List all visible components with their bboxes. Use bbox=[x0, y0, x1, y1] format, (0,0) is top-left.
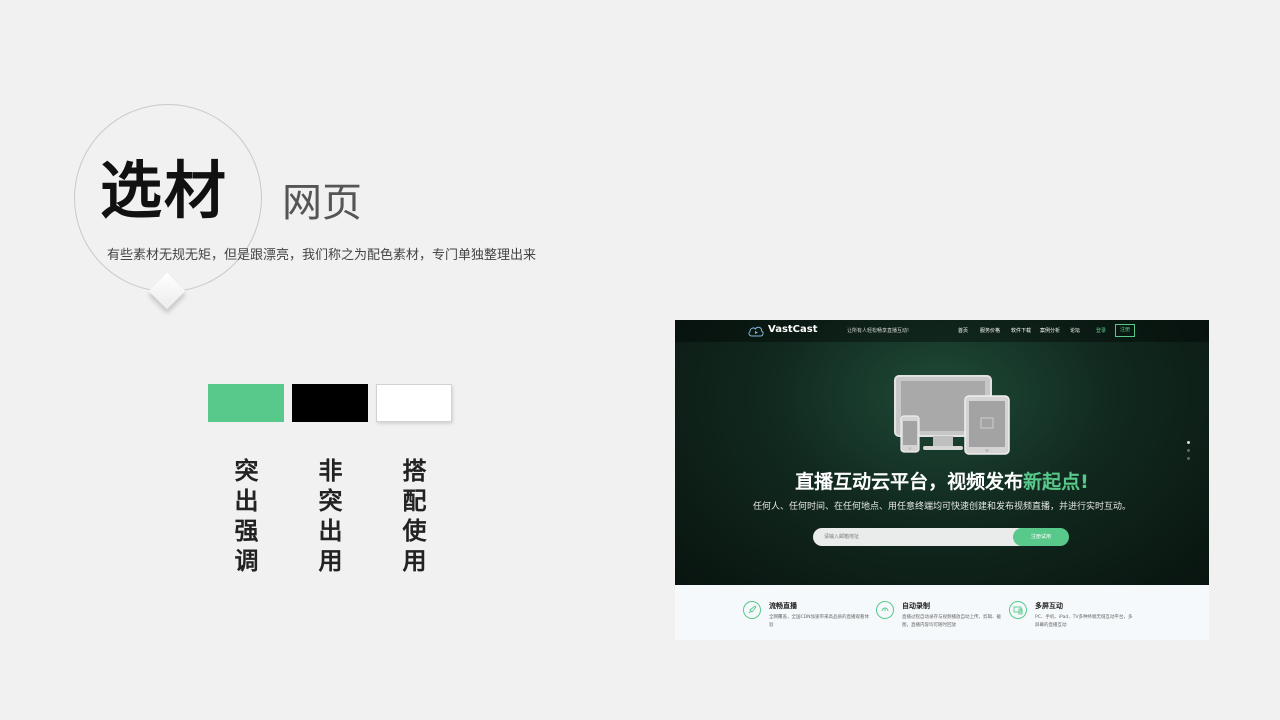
register-button[interactable]: 注册 bbox=[1115, 324, 1136, 337]
nav-item-forum[interactable]: 论坛 bbox=[1070, 327, 1080, 334]
feature-item: 多屏互动 PC、手机、iPad、TV多种终端无缝互动平台，多屏幕的直播互动 bbox=[1009, 585, 1159, 640]
site-slogan: 让所有人轻松畅享直播互动! bbox=[847, 328, 910, 334]
webpage-screenshot: VastCast 让所有人轻松畅享直播互动! 首页 服务价格 软件下载 案例分析… bbox=[675, 320, 1209, 640]
carousel-dots bbox=[1187, 441, 1191, 465]
section-description: 有些素材无规无矩，但是跟漂亮，我们称之为配色素材，专门单独整理出来 bbox=[107, 248, 537, 263]
features-strip: 流畅直播 全网覆盖，全国CDN加速带来高品质的直播观看体验 自动录制 直播过程自… bbox=[675, 585, 1209, 640]
feature-title: 自动录制 bbox=[902, 602, 930, 610]
feature-title: 流畅直播 bbox=[769, 602, 797, 610]
logo-text[interactable]: VastCast bbox=[768, 324, 818, 335]
headline-main: 直播互动云平台，视频发布 bbox=[795, 471, 1024, 493]
section-title: 选材 bbox=[100, 154, 229, 227]
record-icon bbox=[876, 601, 894, 619]
swatch-label-white: 搭配使用 bbox=[398, 458, 427, 578]
try-button[interactable]: 注册试用 bbox=[1013, 528, 1069, 546]
headline-accent: 新起点! bbox=[1023, 471, 1089, 493]
top-navbar: VastCast 让所有人轻松畅享直播互动! 首页 服务价格 软件下载 案例分析… bbox=[675, 320, 1209, 342]
feature-description: 全网覆盖，全国CDN加速带来高品质的直播观看体验 bbox=[769, 615, 869, 628]
feature-title: 多屏互动 bbox=[1035, 602, 1063, 610]
feature-description: PC、手机、iPad、TV多种终端无缝互动平台，多屏幕的直播互动 bbox=[1035, 615, 1133, 628]
nav-item-cases[interactable]: 案例分析 bbox=[1040, 327, 1060, 334]
carousel-dot[interactable] bbox=[1187, 457, 1190, 460]
swatch-green bbox=[208, 384, 284, 422]
carousel-dot[interactable] bbox=[1187, 441, 1190, 444]
carousel-dot[interactable] bbox=[1187, 449, 1190, 452]
swatch-label-green: 突出强调 bbox=[230, 458, 259, 578]
devices-illustration bbox=[894, 375, 1010, 455]
nav-item-home[interactable]: 首页 bbox=[958, 327, 968, 334]
swatch-black bbox=[292, 384, 368, 422]
nav-item-pricing[interactable]: 服务价格 bbox=[980, 327, 1000, 334]
hero-headline: 直播互动云平台，视频发布新起点! bbox=[675, 467, 1209, 494]
login-link[interactable]: 登录 bbox=[1096, 327, 1106, 334]
feature-item: 流畅直播 全网覆盖，全国CDN加速带来高品质的直播观看体验 bbox=[743, 585, 893, 640]
feature-item: 自动录制 直播过程自动录存与视频播放自动上传，剪辑、截图，直播内容均可随时回放 bbox=[876, 585, 1026, 640]
feature-description: 直播过程自动录存与视频播放自动上传，剪辑、截图，直播内容均可随时回放 bbox=[902, 615, 1001, 628]
cloud-play-icon bbox=[748, 326, 764, 337]
swatch-label-black: 非突出用 bbox=[314, 458, 343, 578]
hero-tagline: 任何人、任何时间、在任何地点、用任意终端均可快速创建和发布视频直播，并进行实时互… bbox=[752, 502, 1131, 512]
section-subtitle-word: 网页 bbox=[282, 180, 362, 226]
rocket-icon bbox=[743, 601, 761, 619]
swatch-white bbox=[376, 384, 452, 422]
screens-icon bbox=[1009, 601, 1027, 619]
hero-banner: VastCast 让所有人轻松畅享直播互动! 首页 服务价格 软件下载 案例分析… bbox=[675, 320, 1209, 585]
nav-item-download[interactable]: 软件下载 bbox=[1011, 327, 1031, 334]
